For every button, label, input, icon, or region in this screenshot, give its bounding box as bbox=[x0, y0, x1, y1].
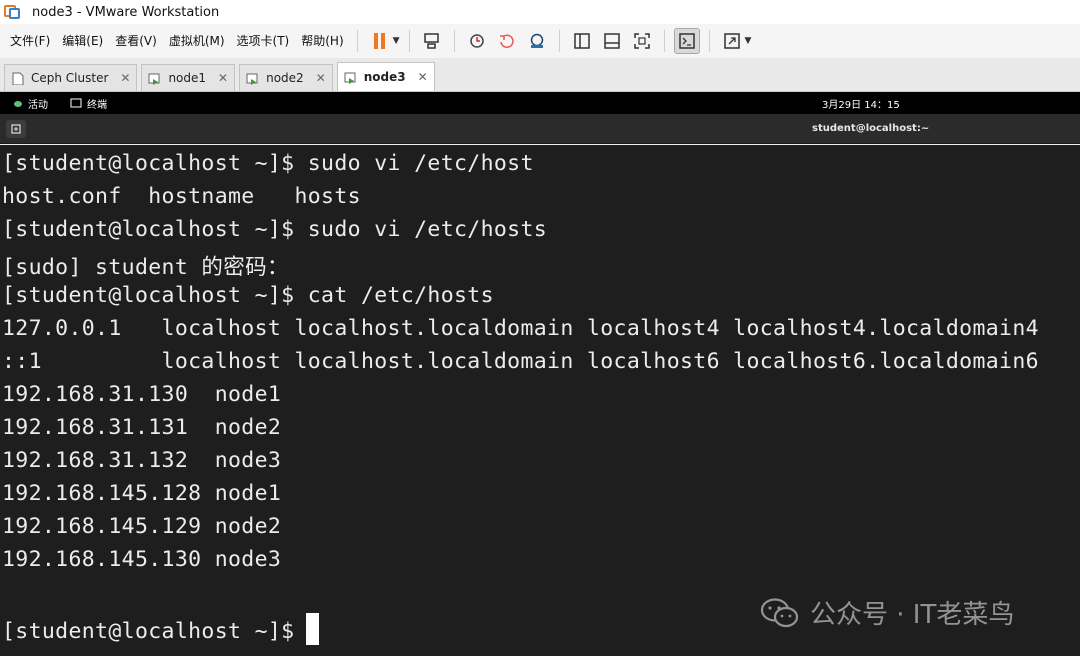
terminal-line: ::1 localhost localhost.localdomain loca… bbox=[2, 349, 1039, 374]
watermark: 公众号 · IT老菜鸟 bbox=[760, 594, 1014, 631]
tab-label: Ceph Cluster bbox=[31, 71, 109, 85]
close-icon[interactable]: ✕ bbox=[120, 71, 130, 85]
gnome-top-bar: 活动 终端 3月29日 14：15 bbox=[0, 92, 1080, 114]
vm-icon bbox=[148, 73, 160, 85]
revert-icon bbox=[499, 34, 514, 48]
tab-label: node2 bbox=[266, 71, 304, 85]
toolbar-divider bbox=[408, 30, 410, 52]
tab-label: node1 bbox=[168, 71, 207, 85]
vm-icon bbox=[344, 72, 356, 84]
terminal-prompt-line: [student@localhost ~]$ bbox=[2, 613, 320, 645]
terminal-line: 127.0.0.1 localhost localhost.localdomai… bbox=[2, 316, 1039, 341]
snapshot-clock-icon bbox=[469, 34, 484, 48]
close-icon[interactable]: ✕ bbox=[316, 71, 326, 85]
window-titlebar: node3 - VMware Workstation bbox=[0, 0, 1080, 24]
gnome-foot-icon bbox=[14, 101, 22, 107]
stretch-guest-button[interactable] bbox=[719, 28, 745, 54]
activities-label: 活动 bbox=[28, 99, 48, 111]
pause-button[interactable] bbox=[367, 28, 393, 54]
terminal-line: 192.168.145.130 node3 bbox=[2, 547, 282, 572]
tab-node3[interactable]: node3 ✕ bbox=[336, 62, 435, 91]
wechat-logo-icon bbox=[760, 597, 799, 627]
terminal-title: student@localhost:~ bbox=[812, 123, 930, 134]
menu-edit[interactable]: 编辑(E) bbox=[56, 29, 109, 53]
network-computer-icon bbox=[423, 33, 439, 49]
terminal-line: 192.168.31.132 node3 bbox=[2, 448, 282, 473]
show-library-button[interactable] bbox=[569, 28, 595, 54]
terminal-app-icon bbox=[70, 98, 82, 108]
toolbar-divider bbox=[453, 30, 455, 52]
terminal-line: 192.168.145.128 node1 bbox=[2, 481, 282, 506]
terminal-line: 192.168.145.129 node2 bbox=[2, 514, 282, 539]
clock[interactable]: 3月29日 14：15 bbox=[822, 96, 900, 111]
snapshot-button[interactable] bbox=[464, 28, 490, 54]
toolbar-divider bbox=[558, 30, 560, 52]
vmware-logo-icon bbox=[4, 4, 22, 20]
tab-node1[interactable]: node1 ✕ bbox=[141, 64, 236, 91]
activities-button[interactable]: 活动 bbox=[12, 96, 48, 111]
app-menu-label: 终端 bbox=[87, 99, 107, 111]
snapshot-manager-button[interactable] bbox=[524, 28, 550, 54]
console-view-button[interactable] bbox=[673, 28, 700, 54]
tab-node2[interactable]: node2 ✕ bbox=[239, 64, 333, 91]
tab-label: node3 bbox=[363, 70, 406, 84]
app-menu-terminal[interactable]: 终端 bbox=[70, 96, 107, 111]
close-icon[interactable]: ✕ bbox=[418, 70, 428, 84]
menu-vm[interactable]: 虚拟机(M) bbox=[163, 29, 231, 53]
tab-ceph-cluster[interactable]: Ceph Cluster ✕ bbox=[4, 64, 138, 91]
send-ctrl-alt-del-button[interactable] bbox=[419, 28, 445, 54]
stretch-resize-icon bbox=[723, 33, 740, 49]
full-screen-button[interactable] bbox=[629, 28, 655, 54]
fullscreen-icon bbox=[633, 33, 650, 49]
terminal-output[interactable]: [student@localhost ~]$ sudo vi /etc/host… bbox=[0, 145, 1080, 656]
thumbnail-bar-button[interactable] bbox=[599, 28, 625, 54]
menubar: 文件(F) 编辑(E) 查看(V) 虚拟机(M) 选项卡(T) 帮助(H) ▼ … bbox=[0, 24, 1080, 58]
toolbar-divider bbox=[663, 30, 665, 52]
terminal-line: [student@localhost ~]$ sudo vi /etc/host… bbox=[2, 217, 548, 242]
snapshot-manager-icon bbox=[530, 33, 543, 48]
power-menu-caret-icon[interactable]: ▼ bbox=[393, 36, 400, 46]
terminal-line: [student@localhost ~]$ sudo vi /etc/host bbox=[2, 151, 534, 176]
terminal-line: host.conf hostname hosts bbox=[2, 184, 361, 209]
terminal-console-icon bbox=[678, 33, 695, 49]
sidebar-layout-icon bbox=[573, 33, 590, 49]
menu-help[interactable]: 帮助(H) bbox=[295, 29, 349, 53]
thumbnail-layout-icon bbox=[603, 33, 620, 49]
stretch-menu-caret-icon[interactable]: ▼ bbox=[745, 36, 752, 46]
new-tab-button[interactable] bbox=[6, 120, 26, 138]
close-icon[interactable]: ✕ bbox=[218, 71, 228, 85]
terminal-line: 192.168.31.130 node1 bbox=[2, 382, 282, 407]
terminal-line: [sudo] student 的密码： bbox=[2, 255, 289, 280]
pause-icon bbox=[373, 33, 385, 49]
toolbar-divider bbox=[356, 30, 358, 52]
menu-view[interactable]: 查看(V) bbox=[109, 29, 163, 53]
window-title: node3 - VMware Workstation bbox=[32, 4, 220, 20]
vm-icon bbox=[246, 73, 258, 85]
terminal-line: [student@localhost ~]$ cat /etc/hosts bbox=[2, 283, 494, 308]
menu-file[interactable]: 文件(F) bbox=[0, 29, 56, 53]
terminal-headerbar: student@localhost:~ bbox=[0, 114, 1080, 144]
new-tab-icon bbox=[11, 124, 21, 134]
vm-tab-bar: Ceph Cluster ✕ node1 ✕ node2 ✕ node3 ✕ bbox=[0, 58, 1080, 92]
revert-snapshot-button[interactable] bbox=[494, 28, 520, 54]
text-cursor bbox=[306, 613, 320, 645]
menu-tabs[interactable]: 选项卡(T) bbox=[231, 29, 296, 53]
document-icon bbox=[12, 72, 24, 85]
terminal-line: 192.168.31.131 node2 bbox=[2, 415, 282, 440]
watermark-text: 公众号 · IT老菜鸟 bbox=[810, 600, 1015, 630]
toolbar-divider bbox=[708, 30, 710, 52]
terminal-prompt: [student@localhost ~]$ bbox=[2, 619, 295, 644]
